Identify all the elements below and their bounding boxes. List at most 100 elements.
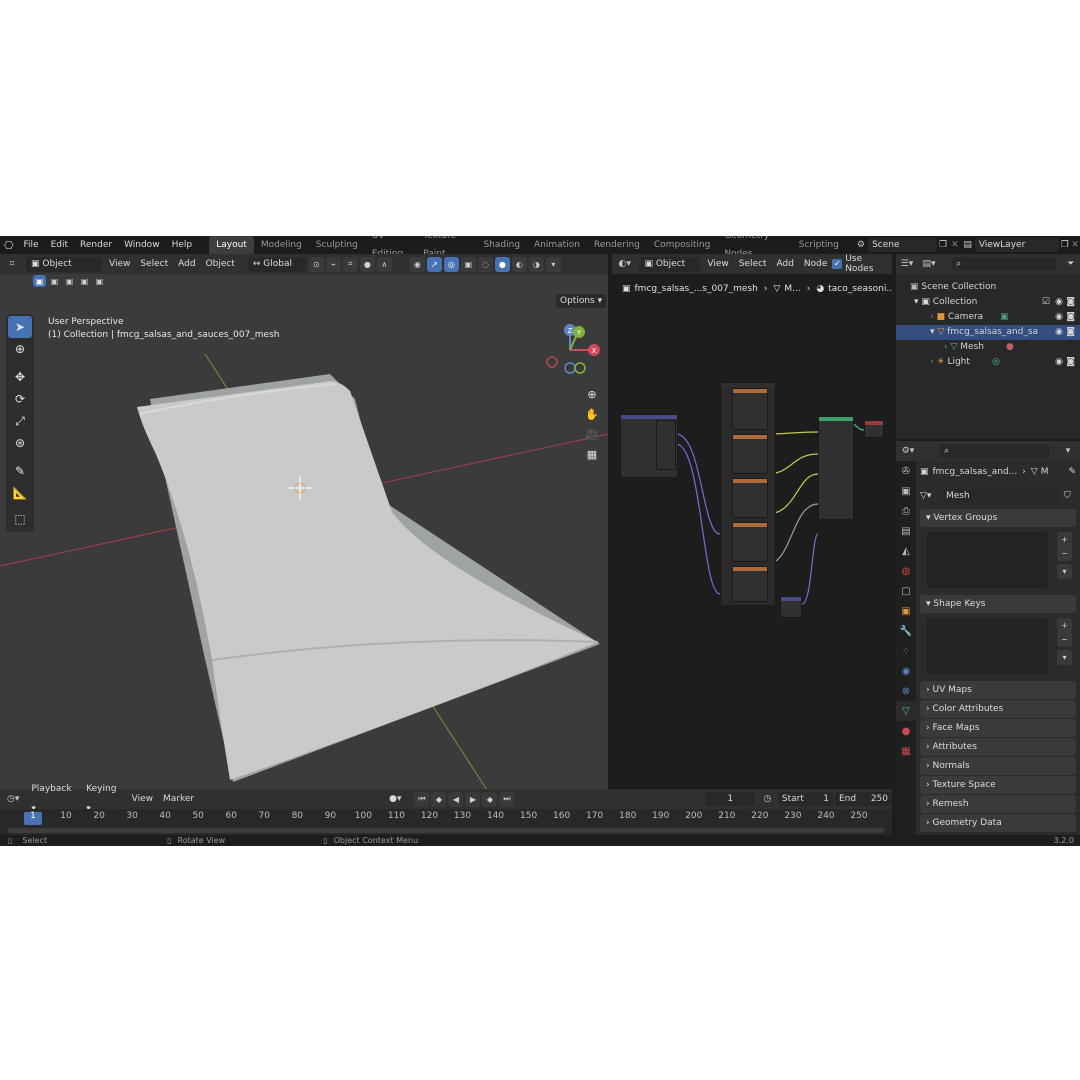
new-scene-icon[interactable]: ❐	[937, 240, 950, 250]
vertex-groups-list[interactable]	[926, 532, 1048, 588]
particles-tab-icon[interactable]: ⁘	[896, 641, 916, 661]
outliner-type-icon[interactable]: ☰▾	[896, 259, 918, 269]
mode-dropdown[interactable]: ▣ Object Mode	[26, 256, 102, 284]
node-menu-view[interactable]: View	[702, 254, 733, 274]
orientation-dropdown[interactable]: ↔ Global	[247, 256, 306, 272]
visibility-icon[interactable]: ◉	[409, 256, 425, 272]
node-texture-3[interactable]	[732, 478, 768, 518]
world-tab-icon[interactable]: ◍	[896, 561, 916, 581]
filter-icon[interactable]: ⏷	[1062, 259, 1080, 269]
menu-edit[interactable]: Edit	[45, 236, 74, 254]
menu-window[interactable]: Window	[118, 236, 166, 254]
node-texture-5[interactable]	[732, 566, 768, 602]
panel-uv-maps[interactable]: › UV Maps	[920, 681, 1076, 699]
scene-tab-icon[interactable]: ◭	[896, 541, 916, 561]
play-icon[interactable]: ▶	[465, 791, 481, 807]
xray-icon[interactable]: ▣	[460, 256, 476, 272]
select-new-icon[interactable]: ▣	[33, 275, 46, 287]
annotate-tool[interactable]: ✎	[8, 460, 32, 482]
node-canvas[interactable]: ▣ fmcg_salsas_...s_007_mesh › ▽ M... › ◕…	[612, 274, 892, 807]
view-layer-tab-icon[interactable]: ▤	[896, 521, 916, 541]
collection-render-icon[interactable]: ◙	[1066, 295, 1075, 310]
options-button[interactable]: Options ▾	[556, 294, 607, 308]
collection-visibility-icon[interactable]: ◉	[1055, 295, 1063, 310]
select-invert-icon[interactable]: ▣	[78, 275, 91, 287]
menu-file[interactable]: File	[18, 236, 45, 254]
menu-help[interactable]: Help	[166, 236, 199, 254]
panel-color-attributes[interactable]: › Color Attributes	[920, 700, 1076, 718]
shading-rendered-icon[interactable]: ◑	[528, 256, 544, 272]
falloff-icon[interactable]: ∧	[376, 256, 392, 272]
select-extend-icon[interactable]: ▣	[48, 275, 61, 287]
timeline-scrollbar[interactable]	[8, 828, 884, 833]
outliner-item-mesh[interactable]: › ▽ Mesh ●	[896, 340, 1080, 355]
new-view-layer-icon[interactable]: ❐	[1059, 240, 1070, 250]
panel-attributes[interactable]: › Attributes	[920, 738, 1076, 756]
light-expand-icon[interactable]: ›	[930, 357, 934, 367]
navigation-gizmo[interactable]: Z Y X	[542, 322, 606, 382]
material-tab-icon[interactable]: ●	[896, 721, 916, 741]
light-visibility-icon[interactable]: ◉	[1055, 355, 1063, 370]
tab-modeling[interactable]: Modeling	[254, 236, 309, 254]
outliner-scene-collection[interactable]: ▣ Scene Collection	[896, 280, 1080, 295]
shape-key-menu-button[interactable]: ▾	[1057, 650, 1072, 665]
add-cube-tool[interactable]: ⬚	[8, 508, 32, 530]
transform-tool[interactable]: ⊛	[8, 432, 32, 454]
viewport-menu-select[interactable]: Select	[135, 254, 173, 274]
node-texture-2[interactable]	[732, 434, 768, 474]
tab-compositing[interactable]: Compositing	[647, 236, 717, 254]
vertex-group-remove-button[interactable]: −	[1057, 546, 1072, 561]
collection-checkbox[interactable]: ☑	[1042, 295, 1050, 310]
mesh-object-visibility-icon[interactable]: ◉	[1055, 325, 1063, 340]
panel-face-maps[interactable]: › Face Maps	[920, 719, 1076, 737]
shape-key-remove-button[interactable]: −	[1057, 632, 1072, 647]
shape-keys-list[interactable]	[926, 618, 1048, 674]
node-texture-4[interactable]	[732, 522, 768, 562]
shader-type-dropdown[interactable]: ▣ Object	[639, 256, 701, 272]
node-texture-1[interactable]	[732, 388, 768, 430]
record-button[interactable]: ●▾	[389, 794, 401, 804]
tab-animation[interactable]: Animation	[527, 236, 587, 254]
editor-type-icon[interactable]: ⌗	[0, 259, 24, 269]
jump-start-icon[interactable]: ⏮	[414, 791, 430, 807]
pin-icon[interactable]: ✎	[1068, 467, 1076, 477]
pivot-icon[interactable]: ⊙	[308, 256, 324, 272]
auto-keying-clock-icon[interactable]: ◷	[759, 794, 776, 804]
tab-sculpting[interactable]: Sculpting	[309, 236, 365, 254]
node-menu-node[interactable]: Node	[799, 254, 833, 274]
shading-solid-icon[interactable]: ●	[494, 256, 510, 272]
node-principled-bsdf[interactable]	[818, 416, 854, 520]
tab-layout[interactable]: Layout	[209, 236, 254, 254]
select-subtract-icon[interactable]: ▣	[63, 275, 76, 287]
timeline-type-icon[interactable]: ◷▾	[0, 794, 26, 804]
properties-options-icon[interactable]: ▾	[1058, 446, 1078, 456]
jump-end-icon[interactable]: ⏭	[499, 791, 515, 807]
node-mapping-inner[interactable]	[656, 420, 676, 470]
output-tab-icon[interactable]: ⎙	[896, 501, 916, 521]
render-tab-icon[interactable]: ▣	[896, 481, 916, 501]
close-scene-icon[interactable]: ✕	[949, 240, 960, 250]
mesh-datablock-icon[interactable]: ▽▾	[920, 491, 942, 501]
select-box-tool[interactable]: ➤	[8, 316, 32, 338]
outliner-search[interactable]: ⌕	[952, 257, 1056, 271]
panel-shape-keys[interactable]: ▾ Shape Keys	[920, 595, 1076, 613]
start-frame-field[interactable]: Start 1	[777, 792, 833, 806]
jump-keyframe-back-icon[interactable]: ◆	[431, 791, 447, 807]
camera-visibility-icon[interactable]: ◉	[1055, 310, 1063, 325]
node-menu-add[interactable]: Add	[771, 254, 798, 274]
object-tab-icon[interactable]: ▣	[896, 601, 916, 621]
select-intersect-icon[interactable]: ▣	[93, 275, 106, 287]
node-menu-select[interactable]: Select	[734, 254, 772, 274]
scale-tool[interactable]: ⤢	[8, 410, 32, 432]
current-frame-field[interactable]: 1	[705, 792, 755, 806]
node-material-output[interactable]	[864, 420, 884, 438]
scene-icon[interactable]: ⚙	[854, 240, 868, 250]
panel-vertex-groups[interactable]: ▾ Vertex Groups	[920, 509, 1076, 527]
ortho-grid-icon[interactable]: ▦	[582, 444, 602, 464]
context-mesh-short[interactable]: M	[1041, 467, 1049, 477]
outliner-item-mesh-object[interactable]: ▾ ▽ fmcg_salsas_and_sa ◉ ◙	[896, 325, 1080, 340]
viewport-menu-view[interactable]: View	[104, 254, 135, 274]
view-layer-field[interactable]: ViewLayer	[974, 238, 1060, 252]
cursor-tool[interactable]: ⊕	[8, 338, 32, 360]
rotate-tool[interactable]: ⟳	[8, 388, 32, 410]
